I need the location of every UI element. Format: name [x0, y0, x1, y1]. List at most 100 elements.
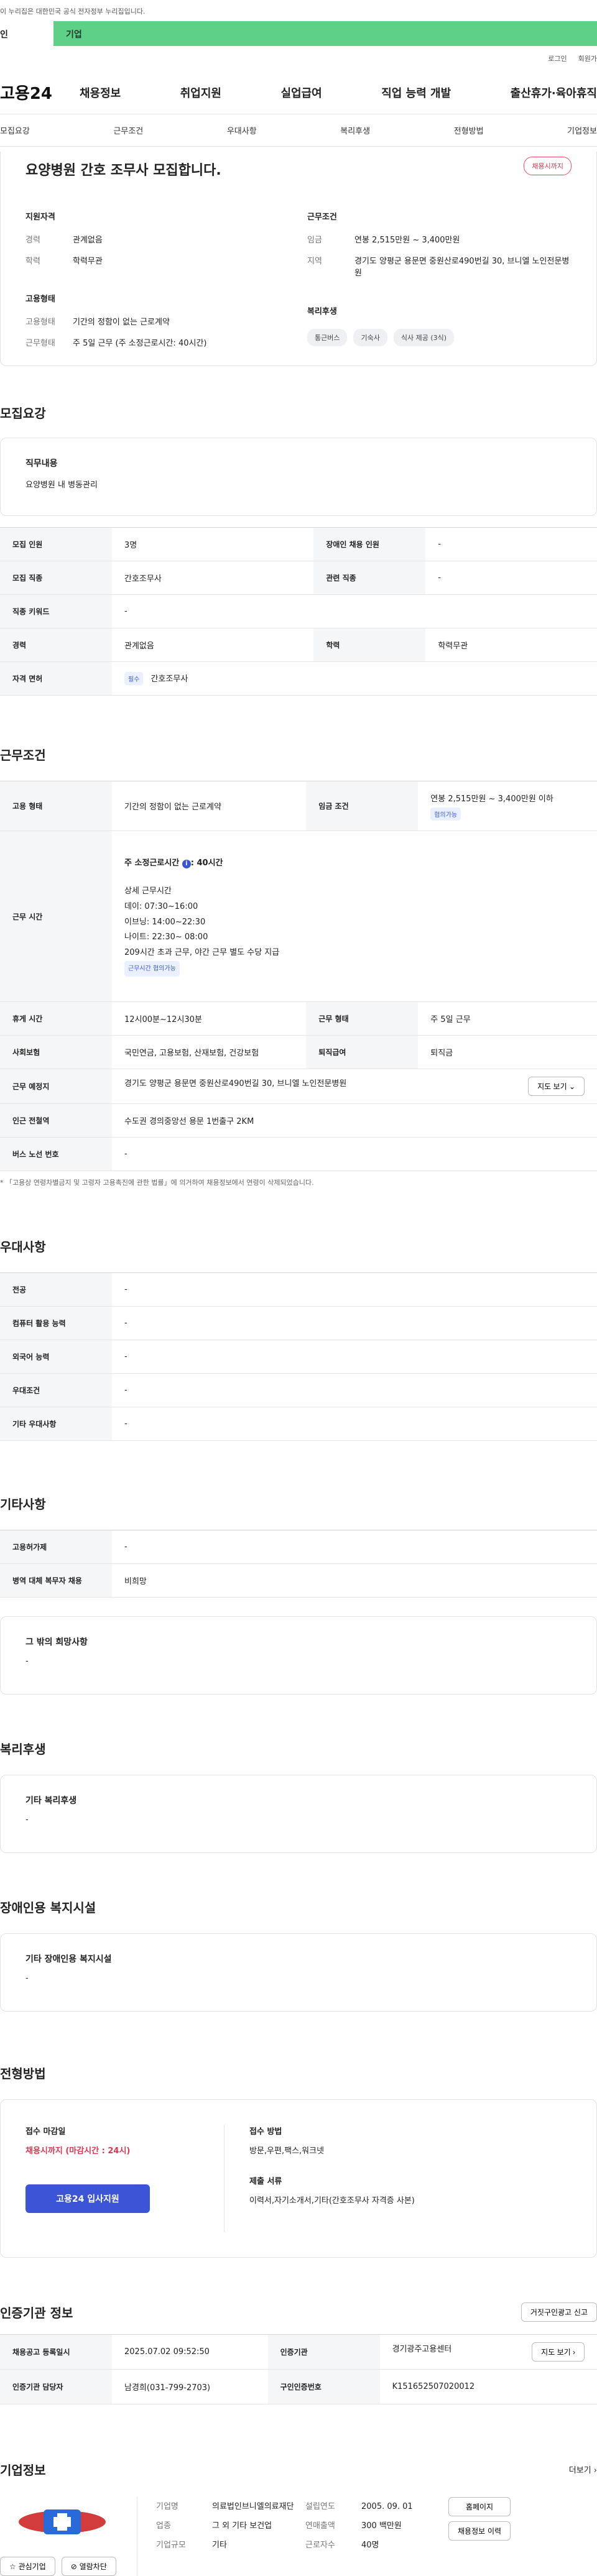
- site-logo[interactable]: 고용24: [0, 81, 80, 104]
- hours-line: 나이트: 22:30~ 08:00: [124, 932, 208, 942]
- map-view-button[interactable]: 지도 보기 ⌄: [528, 1077, 585, 1096]
- etc-section-title: 기타사항: [0, 1497, 46, 1512]
- gnb-item-vocational-training[interactable]: 직업 능력 개발: [381, 85, 451, 101]
- gnb-menu: 채용정보 취업지원 실업급여 직업 능력 개발 출산휴가·육아휴직: [80, 85, 597, 101]
- info-icon[interactable]: i: [182, 860, 191, 869]
- gnb-item-unemployment-benefit[interactable]: 실업급여: [281, 85, 322, 101]
- table-row: 채용공고 등록일시 2025.07.02 09:52:50 인증기관 경기광주고용…: [0, 2334, 597, 2370]
- work-section-title: 근무조건: [0, 748, 46, 763]
- welfare-box-heading: 기타 복리후생: [25, 1796, 77, 1806]
- tab-recruit[interactable]: 모집요강: [0, 124, 30, 136]
- employment-heading: 고용형태: [25, 295, 55, 304]
- recruit-section-title: 모집요강: [0, 406, 46, 421]
- apply-method-heading: 접수 방법: [249, 2127, 282, 2137]
- disabled-box: 기타 장애인용 복지시설 -: [0, 1933, 597, 2012]
- wage-value: 연봉 2,515만원 ~ 3,400만원 이하: [430, 794, 553, 804]
- gnb-item-jobs[interactable]: 채용정보: [80, 85, 121, 101]
- age-note: * 「고용상 연령차별금지 및 고령자 고용촉진에 관한 법률」에 의거하여 채…: [0, 1179, 314, 1187]
- cert-section-title: 인증기관 정보: [0, 2306, 73, 2321]
- table-row: 근무 예정지 경기도 양평군 용문면 중원산로490번길 30, 브니엘 노인전…: [0, 1069, 597, 1104]
- utility-nav: 로그인 회원가: [0, 46, 597, 71]
- welfare-heading: 복리후생: [307, 306, 337, 316]
- summary-row: 지역 경기도 양평군 용문면 중원산로490번길 30, 브니엘 노인전문병원: [307, 256, 570, 278]
- company-logo-area: ☆ 관심기업 ⊘ 열람차단: [0, 2497, 137, 2576]
- job-title: 요양병원 간호 조무사 모집합니다.: [25, 163, 221, 178]
- hours-line: 데이: 07:30~16:00: [124, 901, 198, 911]
- apply-left: 접수 마감일 채용시까지 (마감시간 : 24시) 고용24 입사지원: [25, 2125, 224, 2232]
- tab-welfare[interactable]: 복리후생: [340, 124, 370, 136]
- tab-selection[interactable]: 전형방법: [454, 124, 484, 136]
- company-actions: 홈페이지 채용정보 이력: [448, 2497, 511, 2576]
- negotiable-tag: 협의가능: [430, 807, 461, 821]
- signup-link[interactable]: 회원가: [578, 53, 597, 63]
- qualification-heading: 지원자격: [25, 213, 55, 222]
- cert-table: 채용공고 등록일시 2025.07.02 09:52:50 인증기관 경기광주고용…: [0, 2334, 597, 2404]
- table-row: 직종 키워드 -: [0, 594, 597, 628]
- company-header: 기업정보 더보기 ›: [0, 2460, 597, 2478]
- hours-line: 이브닝: 14:00~22:30: [124, 917, 206, 927]
- agency-map-button[interactable]: 지도 보기 ›: [532, 2342, 585, 2362]
- required-tag: 필수: [124, 672, 144, 685]
- favorite-company-button[interactable]: ☆ 관심기업: [0, 2557, 55, 2576]
- table-row: 고용 형태 기간의 정함이 없는 근로계약 임금 조건 연봉 2,515만원 ~ …: [0, 781, 597, 831]
- disabled-section-title: 장애인용 복지시설: [0, 1900, 96, 1915]
- duty-box: 직무내용 요양병원 내 병동관리: [0, 438, 597, 516]
- company-info: ☆ 관심기업 ⊘ 열람차단 기업명 의료법인브니엘의료재단 업종 그 외 기타 보건…: [0, 2478, 597, 2576]
- report-fake-ad-button[interactable]: 거짓구인광고 신고: [521, 2302, 597, 2322]
- etc-hope-heading: 그 밖의 희망사항: [25, 1637, 88, 1647]
- apply-deadline-value: 채용시까지 (마감시간 : 24시): [25, 2146, 131, 2156]
- gnb-item-employment-support[interactable]: 취업지원: [180, 85, 221, 101]
- anchor-tabs: 모집요강 근무조건 우대사항 복리후생 전형방법 기업정보: [0, 114, 597, 147]
- apply-section-title: 전형방법: [0, 2066, 46, 2081]
- company-more-link[interactable]: 더보기 ›: [569, 2463, 597, 2475]
- company-section-title: 기업정보: [0, 2463, 46, 2478]
- table-row: 모집 직종 간호조무사 관련 직종 -: [0, 561, 597, 595]
- table-row: 고용허가제 -: [0, 1530, 597, 1564]
- welfare-section-title: 복리후생: [0, 1742, 46, 1757]
- login-link[interactable]: 로그인: [548, 53, 567, 63]
- table-row: 컴퓨터 활용 능력 -: [0, 1306, 597, 1340]
- weekly-hours: 주 소정근로시간 i: 40시간: [124, 858, 223, 869]
- table-row: 사회보험 국민연금, 고용보험, 산재보험, 건강보험 퇴직급여 퇴직금: [0, 1035, 597, 1069]
- summary-row: 경력 관계없음: [25, 236, 103, 245]
- etc-hope-box: 그 밖의 희망사항 -: [0, 1616, 597, 1695]
- disabled-box-value: -: [25, 1974, 29, 1983]
- table-row: 경력 관계없음 학력 학력무관: [0, 628, 597, 662]
- license-value: 간호조무사: [150, 674, 188, 684]
- pref-table: 전공 - 컴퓨터 활용 능력 - 외국어 능력 - 우대조건 - 기타 우대사항 -: [0, 1272, 597, 1441]
- welfare-chip: 통근버스: [307, 328, 348, 346]
- promo-right-label: 기업: [53, 21, 597, 46]
- company-fields-col1: 기업명 의료법인브니엘의료재단 업종 그 외 기타 보건업 기업규모 기타: [156, 2502, 294, 2551]
- hours-line: 209시간 초과 근무, 야간 근무 별도 수당 지급: [124, 947, 280, 957]
- apply-deadline-heading: 접수 마감일: [25, 2127, 66, 2137]
- tab-preferences[interactable]: 우대사항: [227, 124, 257, 136]
- summary-row: 고용형태 기간의 정함이 없는 근로계약: [25, 318, 170, 327]
- apply-box: 접수 마감일 채용시까지 (마감시간 : 24시) 고용24 입사지원 접수 방…: [0, 2099, 597, 2258]
- agency-value: 경기광주고용센터: [392, 2345, 452, 2354]
- table-row: 기타 우대사항 -: [0, 1407, 597, 1441]
- promo-banner[interactable]: 인 기업: [0, 21, 597, 46]
- gnb-item-maternity-leave[interactable]: 출산휴가·육아휴직: [511, 85, 597, 101]
- welfare-chips: 통근버스 기숙사 식사 제공 (3식): [307, 328, 572, 346]
- table-row: 근무 시간 주 소정근로시간 i: 40시간 상세 근무시간 데이: 07:30…: [0, 830, 597, 1002]
- recruit-table: 모집 인원 3명 장애인 채용 인원 - 모집 직종 간호조무사 관련 직종 - 직종 …: [0, 527, 597, 696]
- work-table: 고용 형태 기간의 정함이 없는 근로계약 임금 조건 연봉 2,515만원 ~ …: [0, 781, 597, 1171]
- block-company-button[interactable]: ⊘ 열람차단: [61, 2557, 116, 2576]
- apply-method-value: 방문,우편,팩스,워크넷: [249, 2146, 325, 2156]
- tab-work-conditions[interactable]: 근무조건: [113, 124, 143, 136]
- etc-hope-value: -: [25, 1657, 29, 1666]
- detail-hours-heading: 상세 근무시간: [124, 886, 172, 896]
- homepage-button[interactable]: 홈페이지: [448, 2497, 511, 2516]
- table-row: 자격 면허 필수 간호조무사: [0, 661, 597, 696]
- welfare-chip: 기숙사: [353, 328, 387, 346]
- company-logo: [19, 2509, 106, 2534]
- apply-button[interactable]: 고용24 입사지원: [25, 2184, 150, 2213]
- table-row: 전공 -: [0, 1272, 597, 1307]
- cert-header: 인증기관 정보 거짓구인광고 신고: [0, 2302, 597, 2322]
- summary-row: 학력 학력무관: [25, 256, 103, 266]
- recruit-history-button[interactable]: 채용정보 이력: [448, 2521, 511, 2541]
- company-fields-col2: 설립연도 2005. 09. 01 연매출액 300 백만원 근로자수 40명: [305, 2502, 413, 2551]
- tab-company[interactable]: 기업정보: [567, 124, 597, 136]
- welfare-box-value: -: [25, 1815, 29, 1824]
- gov-banner: 이 누리집은 대한민국 공식 전자정부 누리집입니다.: [0, 0, 597, 21]
